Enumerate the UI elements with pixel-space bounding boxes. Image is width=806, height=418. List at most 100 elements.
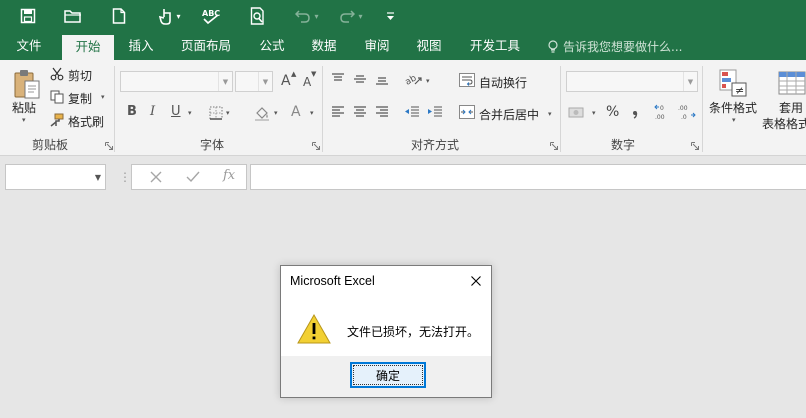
underline-button[interactable]: U xyxy=(171,104,181,119)
insert-function-button[interactable]: fx xyxy=(223,168,235,183)
wrap-text-label[interactable]: 自动换行 xyxy=(479,74,527,91)
tab-file[interactable]: 文件 xyxy=(5,33,53,60)
chevron-down-icon[interactable]: ▾ xyxy=(274,109,278,117)
chevron-down-icon: ▼ xyxy=(258,72,272,91)
chevron-down-icon: ▾ xyxy=(314,11,319,21)
number-format-combo[interactable]: ▼ xyxy=(566,71,698,92)
merge-center-label[interactable]: 合并后居中 xyxy=(479,106,539,123)
merge-center-icon[interactable] xyxy=(458,104,476,120)
font-size-combo[interactable]: ▼ xyxy=(235,71,273,92)
copy-icon[interactable] xyxy=(49,89,65,105)
align-top-icon[interactable] xyxy=(330,72,346,86)
dialog-title: Microsoft Excel xyxy=(290,274,375,288)
svg-text:.00: .00 xyxy=(655,114,665,121)
align-right-icon[interactable] xyxy=(374,105,390,119)
tab-home[interactable]: 开始 xyxy=(62,35,114,60)
chevron-down-icon[interactable]: ▾ xyxy=(310,109,314,117)
formula-input[interactable] xyxy=(250,164,806,190)
svg-text:.0: .0 xyxy=(681,114,687,121)
decrease-indent-icon[interactable] xyxy=(403,105,421,119)
open-folder-icon[interactable] xyxy=(62,5,84,27)
confirm-entry-icon[interactable] xyxy=(186,168,200,186)
touch-mode-icon[interactable]: ▾ xyxy=(155,5,185,27)
format-painter-icon[interactable] xyxy=(49,112,65,128)
group-separator xyxy=(702,66,703,152)
tab-review[interactable]: 审阅 xyxy=(355,33,399,60)
tab-insert[interactable]: 插入 xyxy=(118,33,164,60)
comma-style-icon[interactable] xyxy=(628,106,642,120)
tab-data[interactable]: 数据 xyxy=(302,33,346,60)
close-icon[interactable] xyxy=(465,270,487,292)
chevron-down-icon[interactable]: ▾ xyxy=(22,116,26,124)
dialog-titlebar[interactable]: Microsoft Excel xyxy=(281,266,491,296)
increase-decimal-icon[interactable]: 0.00 xyxy=(654,103,674,121)
cancel-entry-icon[interactable] xyxy=(150,168,162,186)
percent-button[interactable]: % xyxy=(606,104,619,120)
tab-view[interactable]: 视图 xyxy=(407,33,451,60)
spelling-icon[interactable]: ABC xyxy=(200,5,222,27)
chevron-down-icon[interactable]: ▾ xyxy=(592,109,596,117)
italic-button[interactable]: I xyxy=(150,104,155,119)
currency-icon[interactable] xyxy=(567,104,587,120)
paste-icon[interactable] xyxy=(10,68,44,100)
chevron-down-icon[interactable]: ▾ xyxy=(426,77,430,85)
dialog-footer: 确定 xyxy=(281,356,491,397)
wrap-text-icon[interactable] xyxy=(458,72,476,88)
undo-icon[interactable]: ▾ xyxy=(290,5,324,27)
fill-color-icon[interactable] xyxy=(253,104,271,122)
format-as-table-icon[interactable] xyxy=(776,66,806,100)
align-left-icon[interactable] xyxy=(330,105,346,119)
name-box[interactable]: ▼ xyxy=(5,164,106,190)
chevron-down-icon: ▼ xyxy=(683,72,697,91)
number-group-label: 数字 xyxy=(610,138,635,152)
chevron-down-icon: ▾ xyxy=(176,11,181,21)
font-name-combo[interactable]: ▼ xyxy=(120,71,233,92)
chevron-down-icon[interactable]: ▾ xyxy=(226,109,230,117)
dialog-launcher-icon[interactable] xyxy=(312,142,320,150)
increase-indent-icon[interactable] xyxy=(426,105,444,119)
customize-icon[interactable] xyxy=(384,5,396,27)
print-preview-icon[interactable] xyxy=(248,5,268,27)
dialog-launcher-icon[interactable] xyxy=(550,142,558,150)
align-center-icon[interactable] xyxy=(352,105,368,119)
grow-font-button[interactable]: A xyxy=(281,73,291,89)
save-icon[interactable] xyxy=(18,5,38,27)
cut-label[interactable]: 剪切 xyxy=(68,67,92,84)
chevron-down-icon[interactable]: ▾ xyxy=(101,93,105,101)
ok-button[interactable]: 确定 xyxy=(350,362,426,388)
chevron-down-icon: ▼ xyxy=(94,173,101,182)
paste-label[interactable]: 粘贴 xyxy=(12,99,36,116)
borders-icon[interactable] xyxy=(208,105,224,121)
dialog-body: 文件已损坏，无法打开。 xyxy=(281,296,491,356)
decrease-decimal-icon[interactable]: .00.0 xyxy=(677,103,697,121)
svg-text:.00: .00 xyxy=(678,105,688,112)
conditional-formatting-icon[interactable]: ≠ xyxy=(716,66,750,100)
group-separator xyxy=(560,66,561,152)
orientation-icon[interactable]: ab xyxy=(404,71,424,87)
tell-me-search[interactable]: 告诉我您想要做什么... xyxy=(547,33,682,60)
shrink-font-button[interactable]: A xyxy=(303,75,311,89)
tab-page-layout[interactable]: 页面布局 xyxy=(174,33,238,60)
formula-bar-grip[interactable]: ⋮ xyxy=(119,170,131,184)
redo-icon[interactable]: ▾ xyxy=(334,5,368,27)
bold-button[interactable]: B xyxy=(127,104,137,119)
format-as-table-label-2[interactable]: 表格格式 xyxy=(762,115,806,132)
dialog-launcher-icon[interactable] xyxy=(105,142,113,150)
scissors-icon[interactable] xyxy=(49,66,65,82)
format-painter-label[interactable]: 格式刷 xyxy=(68,113,104,130)
tab-developer[interactable]: 开发工具 xyxy=(463,33,527,60)
chevron-down-icon[interactable]: ▾ xyxy=(188,109,192,117)
align-middle-icon[interactable] xyxy=(352,72,368,86)
format-as-table-label-1[interactable]: 套用 xyxy=(779,99,803,116)
conditional-formatting-label[interactable]: 条件格式 xyxy=(709,99,757,116)
chevron-down-icon[interactable]: ▾ xyxy=(732,116,736,124)
align-bottom-icon[interactable] xyxy=(374,72,390,86)
dialog-launcher-icon[interactable] xyxy=(691,142,699,150)
lightbulb-icon xyxy=(548,39,558,53)
copy-label[interactable]: 复制 xyxy=(68,90,92,107)
tab-formulas[interactable]: 公式 xyxy=(250,33,294,60)
chevron-down-icon[interactable]: ▾ xyxy=(548,110,552,118)
caret-down-icon: ▼ xyxy=(311,70,317,78)
new-file-icon[interactable] xyxy=(110,5,128,27)
font-color-button[interactable]: A xyxy=(291,104,301,120)
